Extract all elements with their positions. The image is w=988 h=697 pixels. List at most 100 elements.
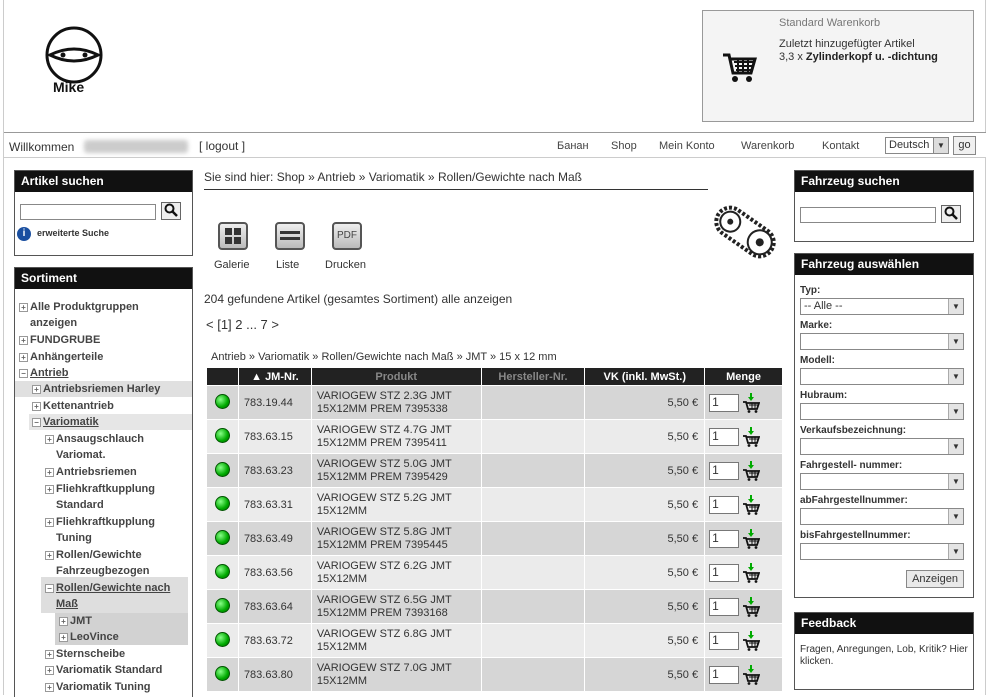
jm-nr-cell[interactable]: 783.63.56 xyxy=(237,555,312,590)
vehicle-field-select[interactable]: ▼ xyxy=(800,508,964,525)
col-product[interactable]: Produkt xyxy=(310,367,482,386)
jm-nr-cell[interactable]: 783.63.72 xyxy=(237,623,312,658)
jm-nr-cell[interactable]: 783.19.44 xyxy=(237,385,312,420)
jm-nr-cell[interactable]: 783.63.64 xyxy=(237,589,312,624)
col-manufacturer-nr[interactable]: Hersteller-Nr. xyxy=(480,367,586,386)
tree-item-leovince[interactable]: + LeoVince xyxy=(59,629,119,645)
tree-item-harley[interactable]: + Antriebsriemen Harley xyxy=(32,381,160,397)
tree-item-fundgrube[interactable]: + FUNDGRUBE xyxy=(19,332,100,348)
vehicle-field-select[interactable]: ▼ xyxy=(800,438,964,455)
article-search-input[interactable] xyxy=(20,204,156,220)
pagination[interactable]: < [1] 2 ... 7 > xyxy=(206,317,279,332)
product-cell[interactable]: VARIOGEW STZ 2.3G JMT 15X12MM PREM 739533… xyxy=(310,385,482,420)
nav-link-banan[interactable]: Банан xyxy=(557,140,589,152)
add-to-cart-icon[interactable] xyxy=(742,494,761,515)
expand-icon[interactable]: + xyxy=(59,632,68,642)
quantity-input[interactable]: 1 xyxy=(709,563,740,582)
tree-item-antrieb[interactable]: − Antrieb xyxy=(19,365,69,381)
expand-icon[interactable]: + xyxy=(45,484,54,494)
quantity-input[interactable]: 1 xyxy=(709,597,740,616)
expand-icon[interactable]: + xyxy=(45,649,54,659)
tree-item-rollen-mass[interactable]: − Rollen/Gewichte nach Maß xyxy=(45,580,170,612)
add-to-cart-icon[interactable] xyxy=(742,426,761,447)
expand-icon[interactable]: + xyxy=(45,467,54,477)
add-to-cart-icon[interactable] xyxy=(742,596,761,617)
expand-icon[interactable]: + xyxy=(59,616,68,626)
jm-nr-cell[interactable]: 783.63.15 xyxy=(237,419,312,454)
product-cell[interactable]: VARIOGEW STZ 5.0G JMT 15X12MM PREM 739542… xyxy=(310,453,482,488)
list-view-button[interactable] xyxy=(275,222,305,250)
add-to-cart-icon[interactable] xyxy=(742,528,761,549)
breadcrumb-antrieb[interactable]: Antrieb xyxy=(317,170,355,184)
breadcrumb-variomatik[interactable]: Variomatik xyxy=(369,170,425,184)
product-cell[interactable]: VARIOGEW STZ 7.0G JMT 15X12MM xyxy=(310,657,482,692)
tree-item-ansaug[interactable]: + Ansaugschlauch Variomat. xyxy=(45,431,144,463)
expand-icon[interactable]: + xyxy=(45,665,54,675)
pdf-print-button[interactable]: PDF xyxy=(332,222,362,250)
tree-item-variomatik[interactable]: − Variomatik xyxy=(32,414,99,430)
nav-link-cart[interactable]: Warenkorb xyxy=(741,140,794,152)
col-price[interactable]: VK (inkl. MwSt.) xyxy=(584,367,706,386)
collapse-icon[interactable]: − xyxy=(32,417,41,427)
show-button[interactable]: Anzeigen xyxy=(906,570,964,588)
product-cell[interactable]: VARIOGEW STZ 5.2G JMT 15X12MM xyxy=(310,487,482,522)
add-to-cart-icon[interactable] xyxy=(742,562,761,583)
vehicle-field-select[interactable]: ▼ xyxy=(800,333,964,350)
gallery-view-button[interactable] xyxy=(218,222,248,250)
nav-link-account[interactable]: Mein Konto xyxy=(659,140,715,152)
extended-search-row[interactable]: i erweiterte Suche xyxy=(17,227,187,243)
vehicle-field-select[interactable]: ▼ xyxy=(800,543,964,560)
vehicle-field-select[interactable]: ▼ xyxy=(800,403,964,420)
quantity-input[interactable]: 1 xyxy=(709,427,740,446)
language-go-button[interactable]: go xyxy=(953,136,976,155)
article-search-button[interactable] xyxy=(161,202,181,220)
product-cell[interactable]: VARIOGEW STZ 6.2G JMT 15X12MM xyxy=(310,555,482,590)
expand-icon[interactable]: + xyxy=(45,550,54,560)
add-to-cart-icon[interactable] xyxy=(742,630,761,651)
logout-link[interactable]: [ logout ] xyxy=(199,139,245,153)
nav-link-shop[interactable]: Shop xyxy=(611,140,637,152)
product-cell[interactable]: VARIOGEW STZ 6.5G JMT 15X12MM PREM 739316… xyxy=(310,589,482,624)
add-to-cart-icon[interactable] xyxy=(742,460,761,481)
collapse-icon[interactable]: − xyxy=(19,368,28,378)
add-to-cart-icon[interactable] xyxy=(742,664,761,685)
quantity-input[interactable]: 1 xyxy=(709,495,740,514)
tree-item-kette[interactable]: + Kettenantrieb xyxy=(32,398,114,414)
expand-icon[interactable]: + xyxy=(45,434,54,444)
jm-nr-cell[interactable]: 783.63.31 xyxy=(237,487,312,522)
tree-item-riemen[interactable]: + Antriebsriemen xyxy=(45,464,137,480)
collapse-icon[interactable]: − xyxy=(45,583,54,593)
extended-search-link[interactable]: erweiterte Suche xyxy=(37,228,109,238)
breadcrumb-rollen[interactable]: Rollen/Gewichte nach Maß xyxy=(438,170,582,184)
tree-item-flieh-std[interactable]: + Fliehkraftkupplung Standard xyxy=(45,481,155,513)
language-select[interactable]: Deutsch ▼ xyxy=(885,137,949,154)
jm-nr-cell[interactable]: 783.63.23 xyxy=(237,453,312,488)
vehicle-field-select[interactable]: ▼ xyxy=(800,368,964,385)
expand-icon[interactable]: + xyxy=(45,682,54,692)
tree-item-anhaenger[interactable]: + Anhängerteile xyxy=(19,349,103,365)
gallery-label[interactable]: Galerie xyxy=(214,259,249,271)
vehicle-field-select[interactable]: ▼ xyxy=(800,473,964,490)
col-jm-nr[interactable]: ▲ JM-Nr. xyxy=(237,367,312,386)
expand-icon[interactable]: + xyxy=(19,335,28,345)
quantity-input[interactable]: 1 xyxy=(709,529,740,548)
tree-item-rollen-fzg[interactable]: + Rollen/Gewichte Fahrzeugbezogen xyxy=(45,547,150,579)
quantity-input[interactable]: 1 xyxy=(709,393,740,412)
feedback-text[interactable]: Fragen, Anregungen, Lob, Kritik? Hier kl… xyxy=(800,644,970,668)
tree-item-vario-tuning[interactable]: + Variomatik Tuning xyxy=(45,679,151,695)
tree-item-flieh-tuning[interactable]: + Fliehkraftkupplung Tuning xyxy=(45,514,155,546)
jm-nr-cell[interactable]: 783.63.49 xyxy=(237,521,312,556)
tree-item-sternscheibe[interactable]: + Sternscheibe xyxy=(45,646,125,662)
mini-cart[interactable]: Standard Warenkorb Zuletzt hinzugefügter… xyxy=(702,10,974,122)
product-cell[interactable]: VARIOGEW STZ 6.8G JMT 15X12MM xyxy=(310,623,482,658)
quantity-input[interactable]: 1 xyxy=(709,631,740,650)
list-label[interactable]: Liste xyxy=(276,259,299,271)
result-count[interactable]: 204 gefundene Artikel (gesamtes Sortimen… xyxy=(204,292,512,306)
expand-icon[interactable]: + xyxy=(32,401,41,411)
tree-item-vario-std[interactable]: + Variomatik Standard xyxy=(45,662,162,678)
vehicle-search-button[interactable] xyxy=(941,205,961,223)
expand-icon[interactable]: + xyxy=(19,352,28,362)
expand-icon[interactable]: + xyxy=(19,302,28,312)
quantity-input[interactable]: 1 xyxy=(709,461,740,480)
breadcrumb-shop[interactable]: Shop xyxy=(277,170,305,184)
